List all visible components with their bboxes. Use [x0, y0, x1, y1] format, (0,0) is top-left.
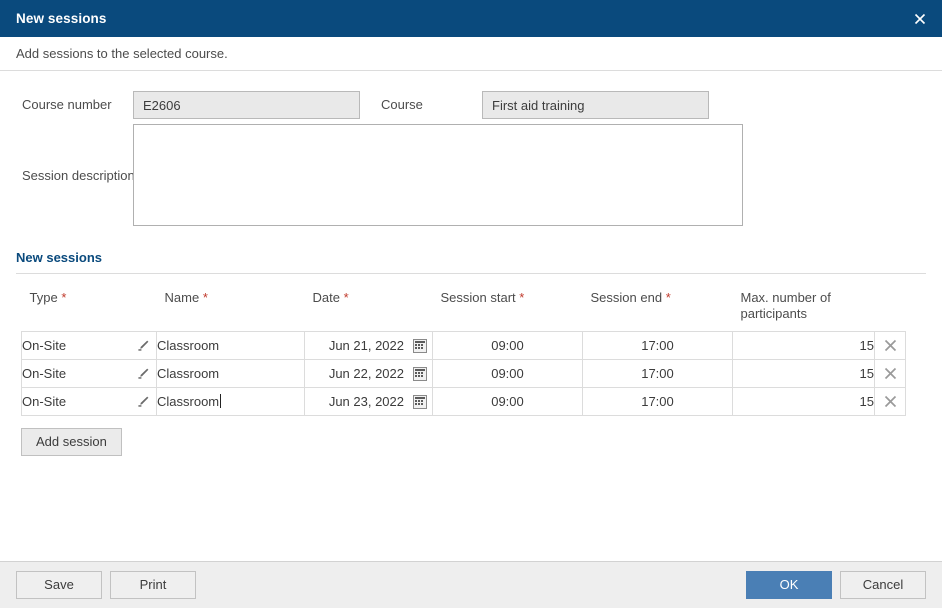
column-header-type: Type *: [21, 274, 157, 332]
table-row: On-Site Classroom: [21, 331, 906, 360]
date-value: Jun 22, 2022: [328, 366, 404, 381]
cell-session-start[interactable]: 09:00: [432, 387, 583, 416]
required-marker: *: [61, 290, 67, 305]
cell-remove: [874, 387, 906, 416]
cell-session-start[interactable]: 09:00: [432, 331, 583, 360]
calendar-icon[interactable]: [413, 338, 427, 353]
sessions-table-head: Type * Name * Date * Session start * Ses…: [21, 274, 906, 332]
ok-button[interactable]: OK: [746, 571, 832, 599]
sessions-table-wrap: Type * Name * Date * Session start * Ses…: [0, 274, 942, 416]
cell-max-participants[interactable]: 15: [732, 331, 875, 360]
cell-date[interactable]: Jun 23, 2022: [304, 387, 433, 416]
new-sessions-dialog: New sessions Add sessions to the selecte…: [0, 0, 942, 608]
cell-name[interactable]: Classroom: [156, 387, 305, 416]
session-description-input[interactable]: [133, 124, 743, 226]
calendar-icon[interactable]: [413, 366, 427, 381]
dialog-title: New sessions: [16, 11, 107, 26]
column-header-name: Name *: [156, 274, 305, 332]
cell-date[interactable]: Jun 22, 2022: [304, 359, 433, 388]
dialog-titlebar: New sessions: [0, 0, 942, 37]
cell-session-end[interactable]: 17:00: [582, 359, 733, 388]
table-row: On-Site Classroom: [21, 359, 906, 388]
date-value: Jun 21, 2022: [328, 338, 404, 353]
section-title: New sessions: [16, 250, 102, 265]
sessions-table: Type * Name * Date * Session start * Ses…: [21, 274, 906, 416]
text-cursor: [220, 394, 222, 408]
cell-session-end[interactable]: 17:00: [582, 387, 733, 416]
cell-type[interactable]: On-Site: [21, 331, 157, 360]
column-header-max-participants: Max. number of participants: [732, 274, 875, 332]
cell-session-end[interactable]: 17:00: [582, 331, 733, 360]
cell-type[interactable]: On-Site: [21, 387, 157, 416]
table-row: On-Site Classroom: [21, 387, 906, 416]
date-value: Jun 23, 2022: [328, 394, 404, 409]
cancel-button[interactable]: Cancel: [840, 571, 926, 599]
save-button[interactable]: Save: [16, 571, 102, 599]
print-button[interactable]: Print: [110, 571, 196, 599]
pencil-icon[interactable]: [137, 339, 150, 352]
add-session-wrap: Add session: [0, 416, 942, 456]
cell-remove: [874, 331, 906, 360]
sessions-header-row: Type * Name * Date * Session start * Ses…: [21, 274, 906, 332]
dialog-subtitle-bar: Add sessions to the selected course.: [0, 37, 942, 71]
pencil-icon[interactable]: [137, 395, 150, 408]
session-description-row: Session description: [16, 124, 926, 226]
column-header-date: Date *: [304, 274, 433, 332]
new-sessions-section-header: New sessions: [0, 250, 942, 274]
footer-left-actions: Save Print: [16, 571, 196, 599]
cell-type[interactable]: On-Site: [21, 359, 157, 388]
close-icon: [914, 13, 926, 25]
calendar-icon[interactable]: [413, 394, 427, 409]
session-description-label: Session description: [22, 167, 135, 183]
remove-row-button[interactable]: [879, 335, 901, 357]
cell-name[interactable]: Classroom: [156, 359, 305, 388]
dialog-close-button[interactable]: [898, 0, 942, 37]
type-value: On-Site: [22, 338, 67, 353]
required-marker: *: [665, 290, 671, 305]
add-session-button[interactable]: Add session: [21, 428, 122, 456]
required-marker: *: [343, 290, 349, 305]
course-row: Course number E2606 Course First aid tra…: [16, 91, 926, 119]
dialog-footer: Save Print OK Cancel: [0, 561, 942, 608]
cell-name[interactable]: Classroom: [156, 331, 305, 360]
footer-right-actions: OK Cancel: [746, 571, 926, 599]
pencil-icon[interactable]: [137, 367, 150, 380]
type-value: On-Site: [22, 366, 67, 381]
course-label: Course: [381, 97, 423, 112]
dialog-body: Course number E2606 Course First aid tra…: [0, 71, 942, 561]
cell-remove: [874, 359, 906, 388]
course-field[interactable]: First aid training: [482, 91, 709, 119]
cell-max-participants[interactable]: 15: [732, 359, 875, 388]
cell-date[interactable]: Jun 21, 2022: [304, 331, 433, 360]
required-marker: *: [202, 290, 208, 305]
remove-row-button[interactable]: [879, 391, 901, 413]
course-form: Course number E2606 Course First aid tra…: [0, 71, 942, 226]
column-header-session-end: Session end *: [582, 274, 733, 332]
column-header-actions: [874, 274, 906, 332]
cell-session-start[interactable]: 09:00: [432, 359, 583, 388]
name-value: Classroom: [157, 338, 220, 353]
type-value: On-Site: [22, 394, 67, 409]
course-number-label: Course number: [22, 97, 112, 112]
column-header-session-start: Session start *: [432, 274, 583, 332]
sessions-table-body: On-Site Classroom Jun 21, 2022 09:00 17:…: [21, 331, 906, 416]
remove-row-button[interactable]: [879, 363, 901, 385]
dialog-subtitle: Add sessions to the selected course.: [16, 46, 228, 61]
cell-max-participants[interactable]: 15: [732, 387, 875, 416]
course-number-field[interactable]: E2606: [133, 91, 360, 119]
name-value: Classroom: [157, 394, 220, 409]
name-value: Classroom: [157, 366, 220, 381]
required-marker: *: [519, 290, 525, 305]
